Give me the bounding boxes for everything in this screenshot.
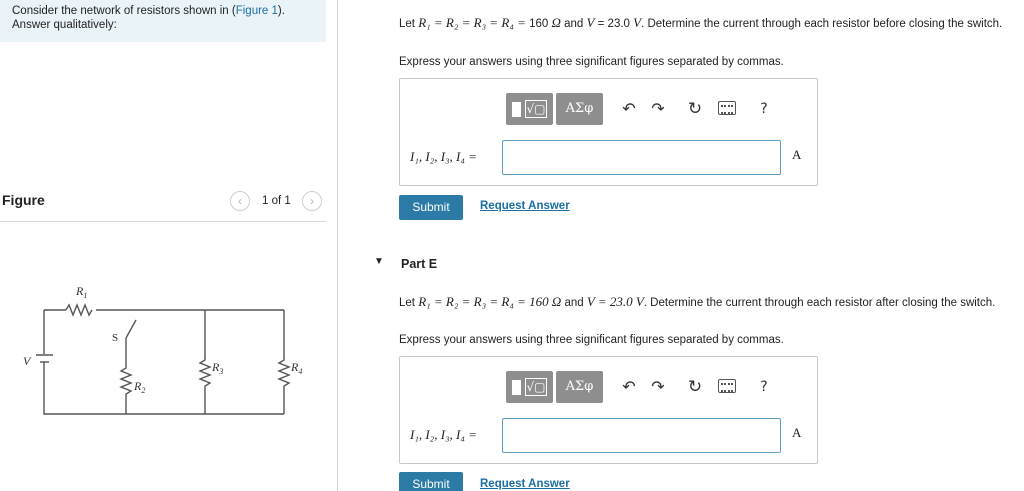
- voltage-label: V: [23, 354, 32, 368]
- figure-header: Figure ‹ 1 of 1 ›: [0, 188, 326, 222]
- resistance-expression: R₁ = R₂ = R₃ = R₄ =: [418, 15, 530, 30]
- r1-label: R1: [75, 284, 87, 300]
- r4-label: R4: [290, 360, 302, 376]
- unit-label: A: [792, 425, 802, 440]
- part-e-instruction: Express your answers using three signifi…: [399, 334, 784, 346]
- symbols-button[interactable]: ΑΣφ: [556, 371, 603, 403]
- intro-text-after: ).: [277, 5, 285, 17]
- problem-intro: Consider the network of resistors shown …: [0, 0, 326, 42]
- battery-symbol: [36, 354, 53, 366]
- keyboard-icon[interactable]: [718, 379, 736, 393]
- resistance-expression: R₁ = R₂ = R₃ = R₄ = 160 Ω: [418, 294, 562, 309]
- keyboard-icon[interactable]: [718, 101, 736, 115]
- intro-line-1: Consider the network of resistors shown …: [12, 4, 314, 18]
- redo-icon[interactable]: ↷: [648, 99, 668, 119]
- r3-label: R3: [211, 360, 223, 376]
- templates-button[interactable]: √▢: [506, 371, 553, 403]
- figure-link[interactable]: Figure 1: [236, 5, 278, 17]
- part-e-answer-input[interactable]: [502, 418, 781, 453]
- intro-line-2: Answer qualitatively:: [12, 19, 117, 31]
- chevron-right-icon: ›: [310, 194, 314, 208]
- resistor-r1-symbol: [65, 303, 93, 317]
- part-d-answer-input[interactable]: [502, 140, 781, 175]
- voltage-unit: V: [633, 15, 642, 30]
- template-block-icon: [512, 380, 521, 395]
- reset-icon[interactable]: ↻: [685, 377, 705, 397]
- r2-label: R2: [133, 379, 145, 395]
- undo-icon[interactable]: ↶: [619, 99, 639, 119]
- answer-label: I₁, I₂, I₃, I₄ =: [410, 427, 477, 442]
- part-e-statement: Let R₁ = R₂ = R₃ = R₄ = 160 Ω and V = 23…: [399, 294, 996, 310]
- circuit-diagram: R1 S V R2 R3 R4: [23, 284, 302, 415]
- part-d-submit-button[interactable]: Submit: [399, 195, 463, 220]
- redo-icon[interactable]: ↷: [648, 377, 668, 397]
- figure-title: Figure: [2, 192, 45, 208]
- undo-icon[interactable]: ↶: [619, 377, 639, 397]
- sqrt-icon: √▢: [525, 100, 547, 118]
- unit-label: A: [792, 147, 802, 162]
- resistor-r2-symbol: [119, 338, 133, 414]
- reset-icon[interactable]: ↻: [685, 99, 705, 119]
- ohm-symbol: Ω: [551, 15, 561, 30]
- voltage-value: = 23.0: [594, 18, 634, 30]
- part-e-title: Part E: [401, 257, 438, 271]
- caret-down-icon: ▼: [374, 256, 384, 267]
- resistor-r3-symbol: [198, 310, 212, 414]
- sqrt-icon: √▢: [525, 378, 547, 396]
- resistance-value: 160: [529, 18, 549, 30]
- intro-text-before: Consider the network of resistors shown …: [12, 5, 236, 17]
- chevron-left-icon: ‹: [238, 194, 242, 208]
- templates-button[interactable]: √▢: [506, 93, 553, 125]
- part-d-instruction: Express your answers using three signifi…: [399, 56, 784, 68]
- figure-panel: Consider the network of resistors shown …: [0, 0, 338, 491]
- resistor-r4-symbol: [277, 310, 291, 414]
- voltage-expression: V = 23.0 V: [586, 294, 644, 309]
- help-icon[interactable]: ?: [754, 99, 774, 119]
- switch-blade: [125, 319, 137, 339]
- symbols-button[interactable]: ΑΣφ: [556, 93, 603, 125]
- part-e-header[interactable]: ▼ Part E: [374, 254, 574, 274]
- template-block-icon: [512, 102, 521, 117]
- part-d-answer-box: √▢ ΑΣφ ↶ ↷ ↻ ? I₁, I₂, I₃, I₄ = A: [399, 78, 818, 186]
- math-toolbar: √▢ ΑΣφ ↶ ↷ ↻ ?: [506, 93, 786, 125]
- prev-figure-button[interactable]: ‹: [230, 191, 250, 211]
- part-d-statement: Let R₁ = R₂ = R₃ = R₄ = 160 Ω and V = 23…: [399, 15, 1003, 31]
- help-icon[interactable]: ?: [754, 377, 774, 397]
- figure-count: 1 of 1: [262, 195, 291, 207]
- math-toolbar: √▢ ΑΣφ ↶ ↷ ↻ ?: [506, 371, 786, 403]
- bottom-wire: [43, 366, 284, 415]
- switch-label: S: [112, 332, 118, 344]
- answer-label: I₁, I₂, I₃, I₄ =: [410, 149, 477, 164]
- part-e-answer-box: √▢ ΑΣφ ↶ ↷ ↻ ? I₁, I₂, I₃, I₄ = A: [399, 356, 818, 464]
- part-e-request-answer-link[interactable]: Request Answer: [480, 478, 570, 490]
- next-figure-button[interactable]: ›: [302, 191, 322, 211]
- part-e-submit-button[interactable]: Submit: [399, 472, 463, 491]
- part-d-request-answer-link[interactable]: Request Answer: [480, 200, 570, 212]
